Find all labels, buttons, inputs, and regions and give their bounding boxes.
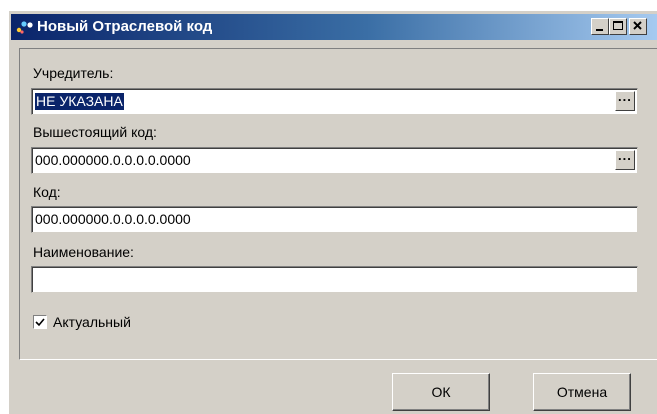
minimize-icon <box>596 29 603 31</box>
close-button[interactable] <box>629 18 647 35</box>
parent-code-field[interactable]: 000.000000.0.0.0.0.0000 ... <box>31 147 638 174</box>
founder-select-button[interactable]: ... <box>615 89 635 111</box>
ellipsis-icon: ... <box>618 148 632 163</box>
founder-value: НЕ УКАЗАНА <box>35 93 124 110</box>
window-title: Новый Отраслевой код <box>37 18 213 35</box>
active-checkbox[interactable] <box>33 315 47 329</box>
active-label[interactable]: Актуальный <box>53 314 131 330</box>
ok-button[interactable]: ОК <box>392 373 490 411</box>
code-value: 000.000000.0.0.0.0.0000 <box>35 211 191 227</box>
close-icon <box>633 21 642 30</box>
name-label: Наименование: <box>33 244 134 260</box>
minimize-button[interactable] <box>591 18 609 35</box>
dialog-window: Новый Отраслевой код Учредитель: НЕ УКАЗ… <box>8 10 657 414</box>
checkmark-icon <box>35 318 45 327</box>
parent-code-value: 000.000000.0.0.0.0.0000 <box>35 152 191 168</box>
ellipsis-icon: ... <box>618 89 632 104</box>
cancel-button[interactable]: Отмена <box>533 373 631 411</box>
parent-code-select-button[interactable]: ... <box>615 148 635 170</box>
founder-label: Учредитель: <box>33 65 114 81</box>
founder-field[interactable]: НЕ УКАЗАНА ... <box>31 88 638 115</box>
name-input[interactable] <box>31 266 638 293</box>
maximize-button[interactable] <box>609 18 627 35</box>
maximize-icon <box>613 21 623 30</box>
app-icon <box>15 18 35 36</box>
code-label: Код: <box>33 184 61 200</box>
parent-code-label: Вышестоящий код: <box>33 124 157 140</box>
code-input[interactable]: 000.000000.0.0.0.0.0000 <box>31 206 638 233</box>
title-bar[interactable]: Новый Отраслевой код <box>11 14 657 40</box>
